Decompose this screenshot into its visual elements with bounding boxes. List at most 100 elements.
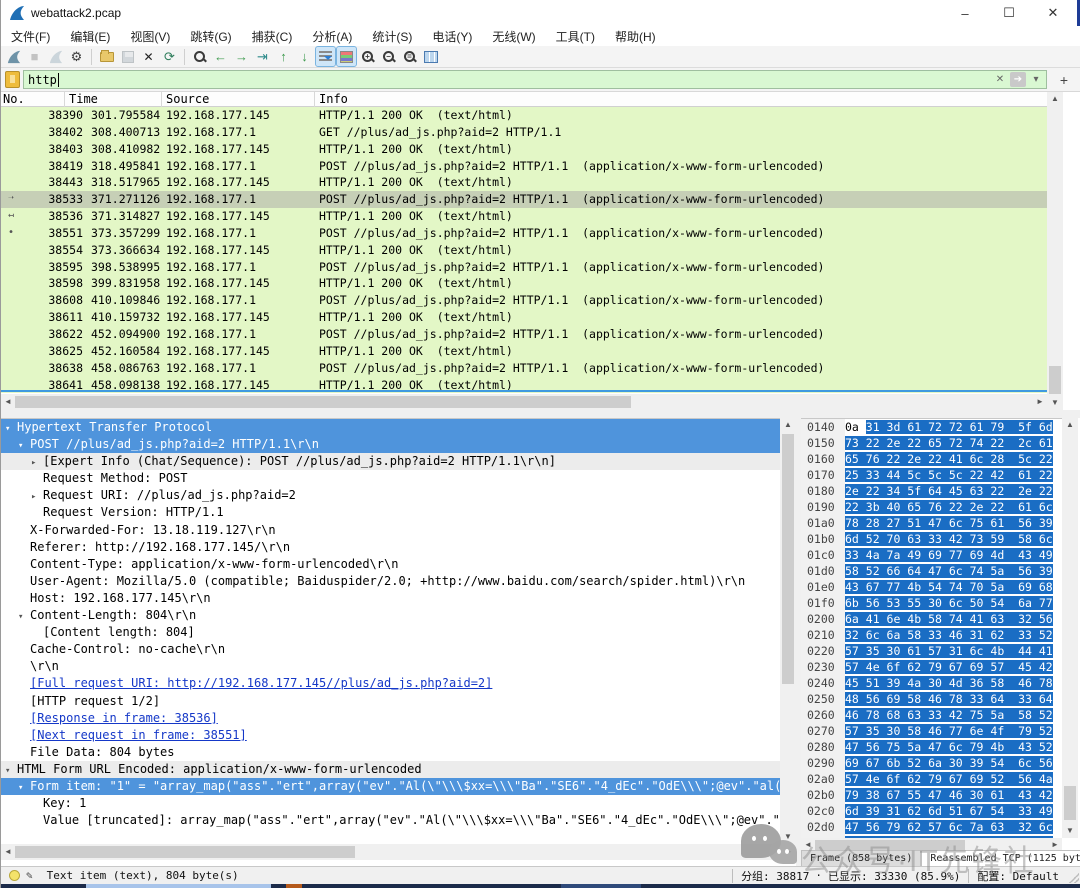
hex-row-01f0[interactable]: 01f06b 56 53 55 30 6c 50 54 6a 77 — [801, 595, 1062, 611]
detail-line-23[interactable]: Value [truncated]: array_map("ass"."ert"… — [1, 812, 780, 829]
column-header-no[interactable]: No. — [3, 92, 25, 107]
hex-row-0180[interactable]: 01802e 22 34 5f 64 45 63 22 2e 22 — [801, 483, 1062, 499]
detail-line-3[interactable]: Request Method: POST — [1, 470, 780, 487]
hex-row-02b0[interactable]: 02b079 38 67 55 47 46 30 61 43 42 — [801, 787, 1062, 803]
chevron-right-icon[interactable]: ▸ — [31, 489, 43, 504]
capture-comment-icon[interactable]: ✎ — [26, 869, 33, 882]
maximize-button[interactable]: ☐ — [987, 0, 1031, 26]
menu-help[interactable]: 帮助(H) — [605, 26, 666, 47]
open-file-button[interactable] — [97, 47, 116, 66]
chevron-right-icon[interactable]: ▸ — [31, 455, 43, 470]
packet-row-38419[interactable]: 38419318.495841192.168.177.1POST //plus/… — [1, 158, 1047, 175]
detail-line-18[interactable]: [Next request in frame: 38551] — [1, 727, 780, 744]
go-forward-button[interactable]: → — [232, 47, 251, 66]
byte-tab-frame[interactable]: Frame (858 bytes) — [801, 850, 921, 866]
packet-list-hscrollbar[interactable]: ◄ ► — [1, 394, 1047, 410]
auto-scroll-button[interactable] — [316, 47, 335, 66]
pane-splitter[interactable] — [1, 410, 1080, 418]
menu-view[interactable]: 视图(V) — [120, 26, 180, 47]
filter-apply-icon[interactable]: ➔ — [1010, 72, 1026, 87]
minimize-button[interactable]: – — [943, 0, 987, 26]
save-file-button[interactable] — [118, 47, 137, 66]
detail-line-0[interactable]: ▾Hypertext Transfer Protocol — [1, 419, 780, 436]
close-file-button[interactable]: ✕ — [139, 47, 158, 66]
packet-row-38554[interactable]: 38554373.366634192.168.177.145HTTP/1.1 2… — [1, 242, 1047, 259]
hex-row-0260[interactable]: 026046 78 68 63 33 42 75 5a 58 52 — [801, 707, 1062, 723]
hex-row-0240[interactable]: 024045 51 39 4a 30 4d 36 58 46 78 — [801, 675, 1062, 691]
menu-analyze[interactable]: 分析(A) — [302, 26, 362, 47]
go-back-button[interactable]: ← — [211, 47, 230, 66]
detail-hscrollbar[interactable]: ◄ ► — [1, 844, 796, 860]
close-button[interactable]: ✕ — [1031, 0, 1075, 26]
packet-row-38443[interactable]: 38443318.517965192.168.177.145HTTP/1.1 2… — [1, 174, 1047, 191]
hex-row-0280[interactable]: 028047 56 75 5a 47 6c 79 4b 43 52 — [801, 739, 1062, 755]
zoom-out-button[interactable]: − — [379, 47, 398, 66]
find-packet-button[interactable] — [190, 47, 209, 66]
menu-telephony[interactable]: 电话(Y) — [422, 26, 482, 47]
menu-capture[interactable]: 捕获(C) — [242, 26, 303, 47]
colorize-button[interactable] — [337, 47, 356, 66]
hex-row-0150[interactable]: 015073 22 2e 22 65 72 74 22 2c 61 — [801, 435, 1062, 451]
detail-line-19[interactable]: File Data: 804 bytes — [1, 744, 780, 761]
hex-row-0190[interactable]: 019022 3b 40 65 76 22 2e 22 61 6c — [801, 499, 1062, 515]
packet-row-38622[interactable]: 38622452.094900192.168.177.1POST //plus/… — [1, 326, 1047, 343]
reload-file-button[interactable]: ⟳ — [160, 47, 179, 66]
detail-line-20[interactable]: ▾HTML Form URL Encoded: application/x-ww… — [1, 761, 780, 778]
detail-line-16[interactable]: [HTTP request 1/2] — [1, 693, 780, 710]
hex-row-01c0[interactable]: 01c033 4a 7a 49 69 77 69 4d 43 49 — [801, 547, 1062, 563]
display-filter-input[interactable]: http ✕ ➔ ▾ — [23, 70, 1047, 89]
menu-wireless[interactable]: 无线(W) — [482, 26, 545, 47]
zoom-reset-button[interactable]: = — [400, 47, 419, 66]
packet-row-38403[interactable]: 38403308.410982192.168.177.145HTTP/1.1 2… — [1, 141, 1047, 158]
packet-row-38611[interactable]: 38611410.159732192.168.177.145HTTP/1.1 2… — [1, 309, 1047, 326]
hex-row-01b0[interactable]: 01b06d 52 70 63 33 42 73 59 58 6c — [801, 531, 1062, 547]
menu-edit[interactable]: 编辑(E) — [60, 26, 120, 47]
chevron-down-icon[interactable]: ▾ — [18, 609, 30, 624]
chevron-down-icon[interactable]: ▾ — [5, 763, 17, 778]
hex-row-0230[interactable]: 023057 4e 6f 62 79 67 69 57 45 42 — [801, 659, 1062, 675]
packet-row-38598[interactable]: 38598399.831958192.168.177.145HTTP/1.1 2… — [1, 275, 1047, 292]
packet-row-38533[interactable]: ➝38533371.271126192.168.177.1POST //plus… — [1, 191, 1047, 208]
go-last-button[interactable]: ↓ — [295, 47, 314, 66]
hex-row-0140[interactable]: 01400a 31 3d 61 72 72 61 79 5f 6d — [801, 419, 1062, 435]
byte-tab-reassembled-tcp[interactable]: Reassembled TCP (1125 bytes) — [921, 850, 1080, 866]
hex-row-0210[interactable]: 021032 6c 6a 58 33 46 31 62 33 52 — [801, 627, 1062, 643]
detail-line-12[interactable]: [Content length: 804] — [1, 624, 780, 641]
detail-line-9[interactable]: User-Agent: Mozilla/5.0 (compatible; Bai… — [1, 573, 780, 590]
hex-row-0160[interactable]: 016065 76 22 2e 22 41 6c 28 5c 22 — [801, 451, 1062, 467]
zoom-in-button[interactable]: + — [358, 47, 377, 66]
hex-vscrollbar[interactable]: ▲ ▼ — [1062, 418, 1078, 838]
detail-line-15[interactable]: [Full request URI: http://192.168.177.14… — [1, 675, 780, 692]
hex-row-01a0[interactable]: 01a078 28 27 51 47 6c 75 61 56 39 — [801, 515, 1062, 531]
packet-row-38390[interactable]: 38390301.795584192.168.177.145HTTP/1.1 2… — [1, 107, 1047, 124]
filter-clear-icon[interactable]: ✕ — [992, 72, 1008, 87]
detail-line-1[interactable]: ▾POST //plus/ad_js.php?aid=2 HTTP/1.1\r\… — [1, 436, 780, 453]
detail-line-10[interactable]: Host: 192.168.177.145\r\n — [1, 590, 780, 607]
resize-grip[interactable] — [1069, 873, 1079, 883]
packet-list-vscrollbar[interactable]: ▲ ▼ — [1047, 92, 1063, 410]
column-header-time[interactable]: Time — [69, 92, 98, 107]
hex-row-0270[interactable]: 027057 35 30 58 46 77 6e 4f 79 52 — [801, 723, 1062, 739]
detail-line-17[interactable]: [Response in frame: 38536] — [1, 710, 780, 727]
packet-row-38638[interactable]: 38638458.086763192.168.177.1POST //plus/… — [1, 360, 1047, 377]
hex-row-0250[interactable]: 025048 56 69 58 46 78 33 64 33 64 — [801, 691, 1062, 707]
go-first-button[interactable]: ↑ — [274, 47, 293, 66]
filter-add-button[interactable]: + — [1055, 70, 1073, 89]
menu-go[interactable]: 跳转(G) — [180, 26, 241, 47]
column-header-info[interactable]: Info — [319, 92, 348, 107]
detail-line-14[interactable]: \r\n — [1, 658, 780, 675]
packet-row-38625[interactable]: 38625452.160584192.168.177.145HTTP/1.1 2… — [1, 343, 1047, 360]
menu-tools[interactable]: 工具(T) — [546, 26, 605, 47]
stop-capture-button[interactable]: ■ — [25, 47, 44, 66]
detail-line-5[interactable]: Request Version: HTTP/1.1 — [1, 504, 780, 521]
go-to-packet-button[interactable]: ⇥ — [253, 47, 272, 66]
chevron-down-icon[interactable]: ▾ — [18, 780, 30, 795]
detail-vscrollbar[interactable]: ▲ ▼ — [780, 418, 796, 844]
menu-file[interactable]: 文件(F) — [1, 26, 60, 47]
detail-line-22[interactable]: Key: 1 — [1, 795, 780, 812]
detail-line-6[interactable]: X-Forwarded-For: 13.18.119.127\r\n — [1, 522, 780, 539]
status-profile[interactable]: 配置: Default — [977, 868, 1059, 884]
hex-row-0200[interactable]: 02006a 41 6e 4b 58 74 41 63 32 56 — [801, 611, 1062, 627]
start-capture-button[interactable] — [4, 47, 23, 66]
hex-row-0170[interactable]: 017025 33 44 5c 5c 5c 22 42 61 22 — [801, 467, 1062, 483]
